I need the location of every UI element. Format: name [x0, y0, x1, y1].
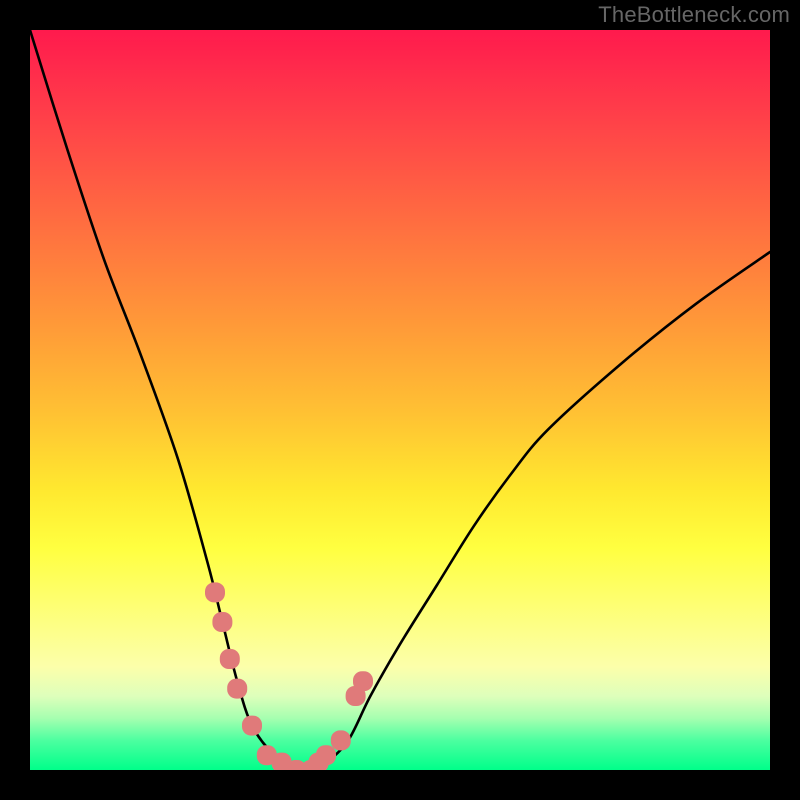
curve-marker	[353, 671, 373, 691]
plot-area	[30, 30, 770, 770]
curve-marker	[309, 753, 329, 770]
curve-markers	[205, 582, 373, 770]
curve-marker	[227, 679, 247, 699]
curve-marker	[346, 686, 366, 706]
curve-marker	[286, 760, 306, 770]
curve-marker	[331, 730, 351, 750]
curve-svg	[30, 30, 770, 770]
curve-marker	[242, 716, 262, 736]
chart-frame: TheBottleneck.com	[0, 0, 800, 800]
bottleneck-curve	[30, 30, 770, 770]
curve-marker	[316, 745, 336, 765]
watermark-text: TheBottleneck.com	[598, 2, 790, 28]
curve-marker	[257, 745, 277, 765]
curve-marker	[212, 612, 232, 632]
curve-marker	[272, 753, 292, 770]
curve-marker	[205, 582, 225, 602]
curve-marker	[301, 760, 321, 770]
curve-marker	[220, 649, 240, 669]
